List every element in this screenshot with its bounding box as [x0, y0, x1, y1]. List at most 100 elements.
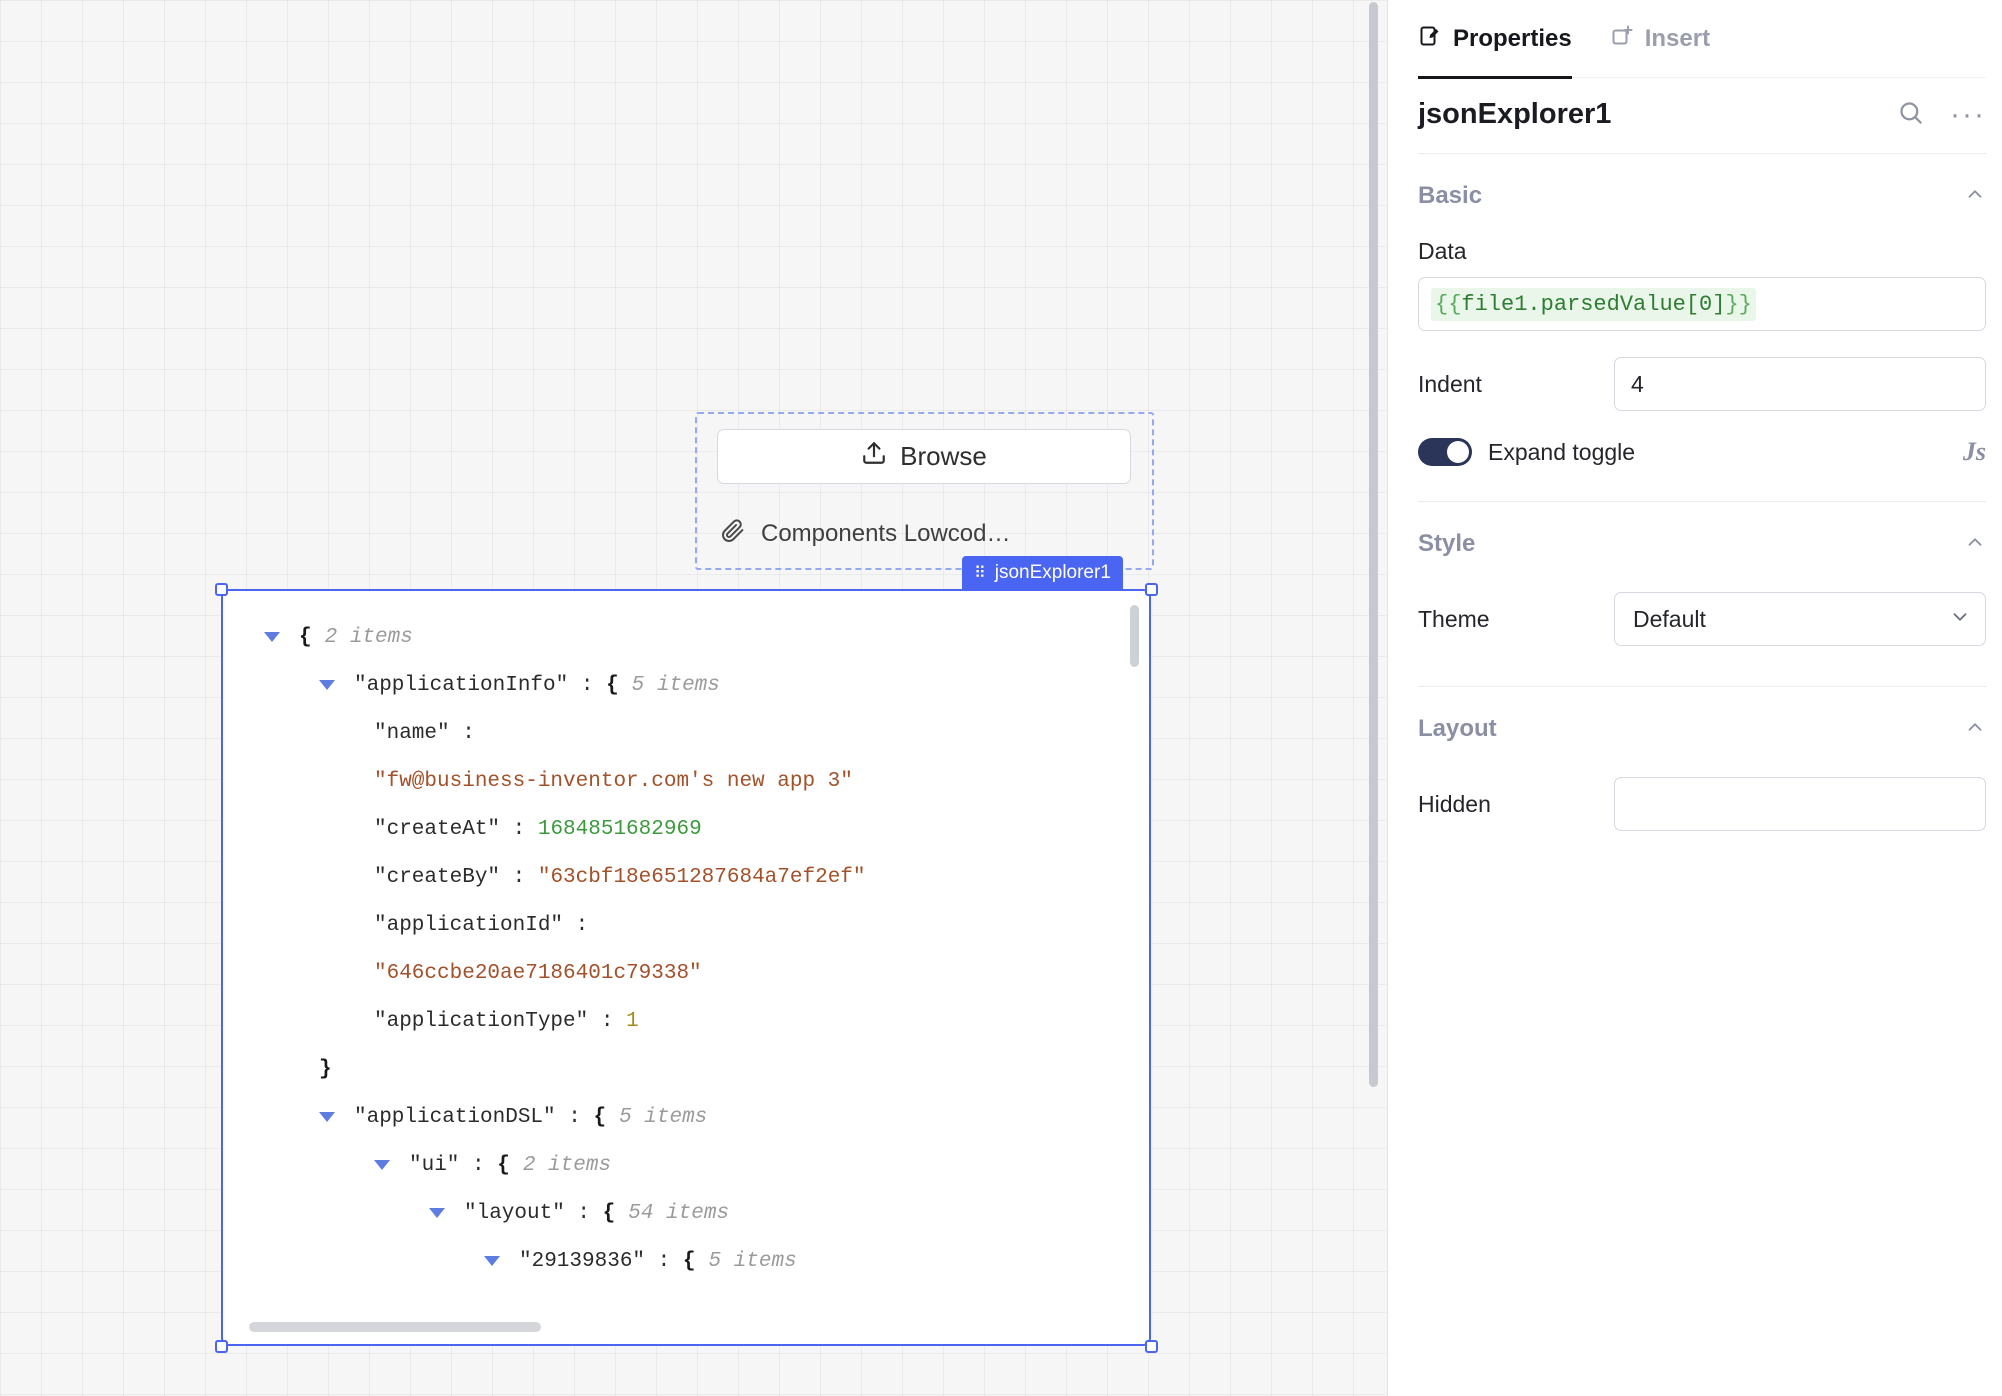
tab-insert[interactable]: Insert [1610, 0, 1710, 78]
json-token-brace: { [683, 1250, 696, 1273]
drag-handle-icon[interactable]: ⠿ [974, 565, 986, 581]
tab-properties-label: Properties [1453, 25, 1572, 53]
resize-handle-bottom-left[interactable] [215, 1340, 228, 1353]
json-tree-row: } [223, 1045, 1149, 1093]
expand-toggle-row: Expand toggle Js [1418, 437, 1986, 467]
js-toggle-icon[interactable]: Js [1963, 437, 1986, 467]
section-style-header[interactable]: Style [1418, 530, 1986, 558]
collapse-triangle-icon[interactable] [319, 680, 335, 690]
search-icon[interactable] [1897, 99, 1924, 131]
hidden-field-label: Hidden [1418, 791, 1491, 818]
json-token-punct: : [563, 914, 588, 937]
collapse-triangle-icon[interactable] [429, 1208, 445, 1218]
json-token-string: "63cbf18e651287684a7ef2ef" [538, 866, 866, 889]
data-input[interactable]: {{file1.parsedValue[0]}} [1418, 277, 1986, 331]
json-token-punct: : [645, 1250, 683, 1273]
file-upload-component[interactable]: Browse Components Lowcod… [695, 412, 1154, 570]
json-token-items: 2 items [325, 626, 413, 649]
resize-handle-bottom-right[interactable] [1145, 1340, 1158, 1353]
hidden-field-row: Hidden [1418, 777, 1986, 831]
json-token-brace: { [497, 1154, 510, 1177]
indent-input[interactable] [1614, 357, 1986, 411]
json-token-brace: { [593, 1106, 606, 1129]
json-token-punct: : [500, 866, 538, 889]
component-title: jsonExplorer1 [1418, 98, 1611, 131]
json-token-items: 2 items [523, 1154, 611, 1177]
app-root: Browse Components Lowcod… ⠿ jsonExplorer… [0, 0, 2002, 1396]
json-token-brace: { [606, 674, 619, 697]
json-tree-row: "applicationId" : [223, 901, 1149, 949]
expression-chip: {{file1.parsedValue[0]}} [1431, 288, 1756, 321]
collapse-triangle-icon[interactable] [374, 1160, 390, 1170]
theme-select[interactable]: Default [1614, 592, 1986, 646]
divider [1418, 153, 1986, 154]
json-tree-row: {2 items [223, 613, 1149, 661]
json-tree-row: "ui" : {2 items [223, 1141, 1149, 1189]
json-token-key: "applicationId" [374, 914, 563, 937]
resize-handle-top-right[interactable] [1145, 583, 1158, 596]
json-token-int: 1 [626, 1010, 639, 1033]
json-token-key: "applicationDSL" [354, 1106, 556, 1129]
expand-toggle-switch[interactable] [1418, 438, 1472, 466]
properties-icon [1418, 24, 1442, 53]
json-token-items: 5 items [619, 1106, 707, 1129]
insert-icon [1610, 24, 1634, 53]
json-tree-row: "createBy" : "63cbf18e651287684a7ef2ef" [223, 853, 1149, 901]
resize-handle-top-left[interactable] [215, 583, 228, 596]
editor-canvas[interactable]: Browse Components Lowcod… ⠿ jsonExplorer… [0, 0, 1387, 1396]
json-tree: {2 items"applicationInfo" : {5 items"nam… [223, 591, 1149, 1285]
json-explorer-component[interactable]: {2 items"applicationInfo" : {5 items"nam… [221, 589, 1151, 1346]
json-tree-row: "fw@business-inventor.com's new app 3" [223, 757, 1149, 805]
json-token-key: "layout" [464, 1202, 565, 1225]
properties-panel: Properties Insert jsonExplorer1 ··· Basi… [1387, 0, 2002, 1396]
indent-field-row: Indent [1418, 357, 1986, 411]
json-token-items: 5 items [632, 674, 720, 697]
more-options-icon[interactable]: ··· [1950, 100, 1986, 130]
json-token-key: "applicationInfo" [354, 674, 568, 697]
json-tree-row: "layout" : {54 items [223, 1189, 1149, 1237]
uploaded-file-item[interactable]: Components Lowcod… [721, 512, 1010, 556]
json-token-string: "646ccbe20ae7186401c79338" [374, 962, 702, 985]
json-vertical-scrollbar[interactable] [1130, 605, 1139, 667]
json-horizontal-scrollbar[interactable] [249, 1322, 541, 1332]
json-token-punct: : [450, 722, 475, 745]
json-tree-row: "name" : [223, 709, 1149, 757]
json-token-items: 5 items [708, 1250, 796, 1273]
collapse-triangle-icon[interactable] [484, 1256, 500, 1266]
section-layout-header[interactable]: Layout [1418, 715, 1986, 743]
hidden-input[interactable] [1614, 777, 1986, 831]
json-token-string: "fw@business-inventor.com's new app 3" [374, 770, 853, 793]
json-token-number: 1684851682969 [538, 818, 702, 841]
json-token-punct: : [556, 1106, 594, 1129]
divider [1418, 501, 1986, 502]
collapse-triangle-icon[interactable] [319, 1112, 335, 1122]
component-name-tag[interactable]: ⠿ jsonExplorer1 [962, 556, 1123, 589]
tab-insert-label: Insert [1645, 25, 1710, 53]
chevron-up-icon[interactable] [1964, 531, 1986, 558]
json-tree-row: "applicationInfo" : {5 items [223, 661, 1149, 709]
json-token-key: "applicationType" [374, 1010, 588, 1033]
tab-properties[interactable]: Properties [1418, 0, 1572, 78]
json-tree-row: "646ccbe20ae7186401c79338" [223, 949, 1149, 997]
section-layout-title: Layout [1418, 715, 1497, 743]
json-token-punct: : [565, 1202, 603, 1225]
component-tag-label: jsonExplorer1 [995, 562, 1111, 584]
collapse-triangle-icon[interactable] [264, 632, 280, 642]
section-basic-header[interactable]: Basic [1418, 182, 1986, 210]
json-token-brace: { [603, 1202, 616, 1225]
json-tree-row: "createAt" : 1684851682969 [223, 805, 1149, 853]
canvas-scrollbar[interactable] [1369, 2, 1378, 1087]
json-token-punct: : [459, 1154, 497, 1177]
json-token-punct: : [588, 1010, 626, 1033]
json-token-key: "29139836" [519, 1250, 645, 1273]
divider [1418, 686, 1986, 687]
chevron-up-icon[interactable] [1964, 716, 1986, 743]
json-token-key: "ui" [409, 1154, 459, 1177]
paperclip-icon [721, 519, 745, 550]
json-tree-row: "applicationType" : 1 [223, 997, 1149, 1045]
json-token-punct: : [500, 818, 538, 841]
json-token-key: "createAt" [374, 818, 500, 841]
chevron-up-icon[interactable] [1964, 183, 1986, 210]
browse-button[interactable]: Browse [717, 429, 1131, 484]
expression-close-braces: }} [1725, 292, 1751, 317]
